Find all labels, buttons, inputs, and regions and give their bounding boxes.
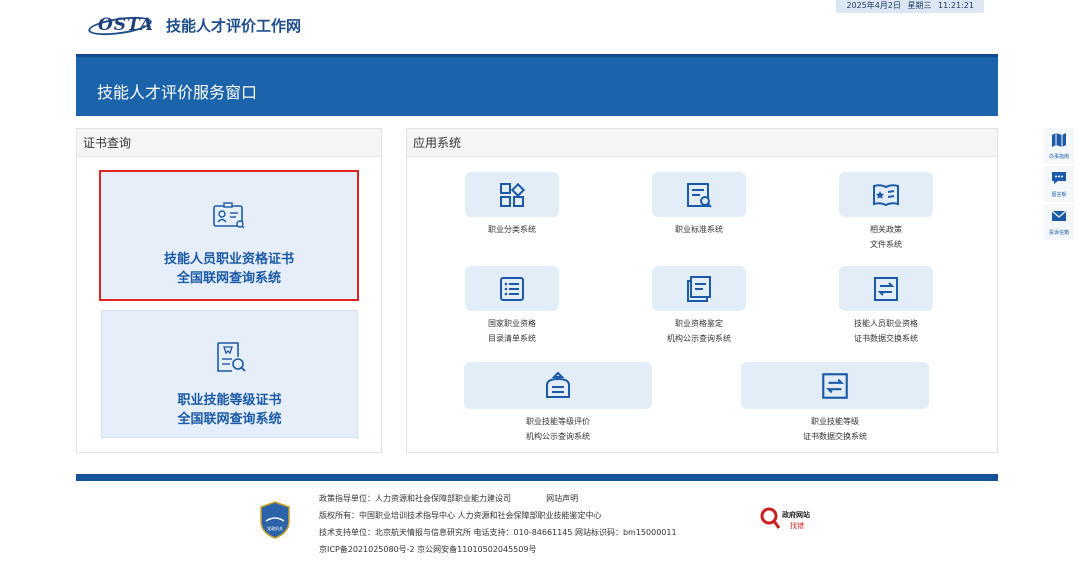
chat-icon bbox=[1052, 172, 1066, 184]
side-tool-label: 办事指南 bbox=[1048, 154, 1069, 160]
datetime-display: 2025年4月2日 星期三 11:21:21 bbox=[836, 0, 984, 13]
app-occupational-standard[interactable]: 职业标准系统 bbox=[652, 172, 746, 237]
document-search-icon bbox=[216, 342, 246, 372]
app-label-line1: 相关政策 bbox=[870, 225, 902, 234]
cert-card-line2: 全国联网查询系统 bbox=[176, 271, 281, 286]
certificate-badge-icon bbox=[213, 202, 245, 229]
list-icon bbox=[500, 276, 524, 301]
exchange-icon bbox=[874, 276, 898, 301]
cert-panel-title: 证书查询 bbox=[77, 129, 381, 157]
app-label-line1: 职业分类系统 bbox=[488, 225, 536, 234]
side-tool-label: 投诉信箱 bbox=[1048, 230, 1069, 236]
site-title: 技能人才评价工作网 bbox=[166, 16, 302, 35]
app-label-line1: 职业技能等级 bbox=[811, 417, 859, 426]
site-statement-link[interactable]: 网站声明 bbox=[546, 494, 578, 503]
standard-search-icon bbox=[687, 182, 712, 208]
app-label-line1: 国家职业资格 bbox=[488, 319, 536, 328]
app-label-line2: 机构公示查询系统 bbox=[526, 432, 590, 441]
side-tool-message-board[interactable]: 留言板 bbox=[1044, 166, 1074, 202]
page: OSTA 技能人才评价工作网 2025年4月2日 星期三 11:21:21 技能… bbox=[0, 0, 1080, 564]
cert-query-panel: 证书查询 技能人员职业资格证书 全国联网查询系统 职业技能等级证书 全国联网查询… bbox=[76, 128, 382, 453]
app-national-qualification-catalog[interactable]: 国家职业资格 目录清单系统 bbox=[465, 266, 559, 346]
gov-label-line2: 找错 bbox=[790, 522, 804, 530]
policy-star-icon bbox=[873, 183, 899, 206]
apps-panel: 应用系统 职业分类系统 职业标准系统 相关政策 文件系统 国家职业资格 目录清单… bbox=[406, 128, 998, 453]
cert-card-line1: 职业技能等级证书 bbox=[177, 393, 282, 408]
side-tool-complaint-mail[interactable]: 投诉信箱 bbox=[1044, 204, 1074, 240]
site-header: OSTA 技能人才评价工作网 2025年4月2日 星期三 11:21:21 bbox=[76, 0, 998, 54]
institution-icon bbox=[546, 371, 570, 398]
app-occupation-classification[interactable]: 职业分类系统 bbox=[465, 172, 559, 237]
app-label-line1: 职业标准系统 bbox=[675, 225, 723, 234]
footer-tech-support: 技术支持单位：北京航天情报与信息研究所 电话支持：010-84661145 网站… bbox=[319, 528, 677, 537]
map-icon bbox=[1052, 133, 1066, 147]
gov-error-search-icon bbox=[760, 507, 780, 529]
app-qualification-appraisal-institution[interactable]: 职业资格鉴定 机构公示查询系统 bbox=[652, 266, 746, 346]
app-label-line2: 机构公示查询系统 bbox=[667, 334, 731, 343]
app-label-line1: 职业资格鉴定 bbox=[675, 319, 723, 328]
app-label-line1: 职业技能等级评价 bbox=[526, 417, 590, 426]
app-qualification-data-exchange[interactable]: 技能人员职业资格 证书数据交换系统 bbox=[839, 266, 933, 346]
footer-copyright: 版权所有：中国职业培训技术指导中心 人力资源和社会保障部职业技能鉴定中心 bbox=[319, 511, 602, 520]
osta-logo-icon: OSTA bbox=[87, 12, 154, 39]
side-tool-label: 留言板 bbox=[1051, 192, 1067, 198]
app-label-line2: 目录清单系统 bbox=[488, 334, 536, 343]
gov-label-line1: 政府网站 bbox=[782, 511, 810, 519]
footer-divider-bar bbox=[76, 474, 998, 481]
site-logo[interactable]: OSTA 技能人才评价工作网 bbox=[87, 12, 302, 39]
footer-guidance-unit: 政策指导单位：人力资源和社会保障部职业能力建设司 bbox=[319, 494, 511, 503]
apps-panel-title: 应用系统 bbox=[407, 129, 997, 157]
gov-site-error-report[interactable]: 政府网站 找错 bbox=[760, 506, 820, 532]
app-label-line1: 技能人员职业资格 bbox=[854, 319, 918, 328]
cert-card-line2: 全国联网查询系统 bbox=[177, 412, 282, 427]
side-toolbar: 办事指南 留言板 投诉信箱 bbox=[1044, 128, 1074, 242]
banner-title: 技能人才评价服务窗口 bbox=[97, 83, 258, 102]
app-label-line2: 证书数据交换系统 bbox=[803, 432, 867, 441]
app-skill-level-evaluation-institution[interactable]: 职业技能等级评价 机构公示查询系统 bbox=[464, 362, 652, 444]
document-stack-icon bbox=[687, 275, 711, 302]
app-related-policy[interactable]: 相关政策 文件系统 bbox=[839, 172, 933, 252]
grid-icon bbox=[500, 182, 526, 207]
badge-text: 党政机关 bbox=[267, 525, 283, 531]
app-skill-level-data-exchange[interactable]: 职业技能等级 证书数据交换系统 bbox=[741, 362, 929, 444]
service-banner: 技能人才评价服务窗口 bbox=[76, 54, 998, 116]
footer-icp[interactable]: 京ICP备2021025080号-2 京公网安备11010502045509号 bbox=[319, 541, 677, 558]
vocational-qualification-query-card[interactable]: 技能人员职业资格证书 全国联网查询系统 bbox=[99, 170, 359, 301]
cert-card-line1: 技能人员职业资格证书 bbox=[163, 252, 294, 267]
skill-level-query-card[interactable]: 职业技能等级证书 全国联网查询系统 bbox=[101, 310, 358, 438]
app-label-line2: 文件系统 bbox=[870, 240, 902, 249]
side-tool-guide[interactable]: 办事指南 bbox=[1044, 128, 1074, 164]
exchange-icon bbox=[822, 372, 848, 399]
mail-icon bbox=[1051, 210, 1067, 221]
app-label-line2: 证书数据交换系统 bbox=[854, 334, 918, 343]
site-footer: 党政机关 政策指导单位：人力资源和社会保障部职业能力建设司 网站声明 版权所有：… bbox=[76, 488, 998, 564]
party-government-badge-icon[interactable]: 党政机关 bbox=[259, 501, 291, 539]
